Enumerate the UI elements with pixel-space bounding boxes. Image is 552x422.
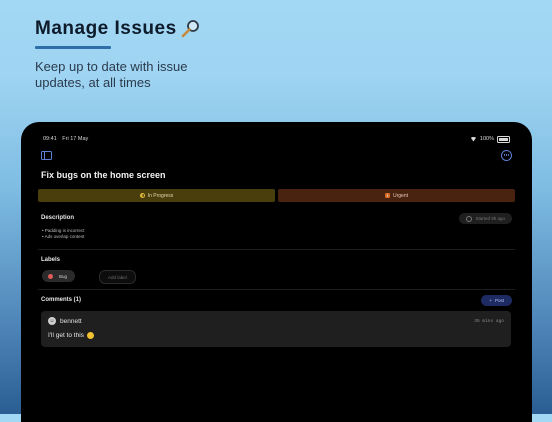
hero: Manage Issues Keep up to date with issue… (35, 18, 235, 91)
battery-percent: 100% (479, 136, 494, 142)
hero-title-row: Manage Issues (35, 18, 235, 40)
hero-subtitle: Keep up to date with issue updates, at a… (35, 59, 188, 90)
sidebar-toggle-icon[interactable] (41, 150, 52, 160)
status-bar: 09:41 Fri 17 May 100% (43, 134, 510, 144)
status-label: In Progress (147, 192, 174, 199)
comment-card: ☺ bennett 35 mins ago I'll get to this (41, 311, 511, 347)
bug-label-dot (48, 273, 53, 279)
status-bar-left: 09:41 Fri 17 May (43, 136, 92, 142)
in-progress-icon (139, 193, 145, 198)
wifi-icon (469, 136, 477, 142)
post-comment-button[interactable]: + Post (481, 295, 512, 306)
label-chip-text: Bug (59, 273, 68, 279)
comments-heading: Comments (1) (41, 297, 82, 303)
description-heading: Description (41, 215, 75, 221)
plus-icon: + (489, 298, 492, 303)
divider (38, 249, 515, 250)
hero-underline (35, 46, 111, 49)
smile-emoji-icon (86, 332, 94, 339)
label-chip-bug[interactable]: Bug (42, 270, 76, 282)
device-frame: 09:41 Fri 17 May 100% Fix bugs on the ho… (21, 122, 532, 422)
status-time: 09:41 (43, 136, 57, 142)
clock-icon (466, 215, 473, 222)
priority-label: Urgent (392, 192, 408, 199)
started-text: Started 9h ago (475, 216, 505, 221)
status-selector[interactable]: In Progress (38, 189, 275, 202)
avatar: ☺ (48, 317, 56, 325)
magnifying-glass-icon (181, 20, 199, 38)
battery-icon (497, 135, 510, 143)
description-line: • Ads overlap content (42, 234, 85, 239)
comment-body: I'll get to this (48, 332, 94, 339)
description-body[interactable]: • Padding is incorrect • Ads overlap con… (42, 228, 84, 240)
status-bar-right: 100% (469, 135, 510, 143)
more-options-icon[interactable] (501, 149, 512, 161)
urgent-priority-icon: ! (384, 193, 390, 198)
labels-heading: Labels (41, 257, 61, 263)
issue-meta-row: In Progress ! Urgent (38, 189, 515, 202)
issue-title: Fix bugs on the home screen (41, 170, 166, 180)
started-badge[interactable]: Started 9h ago (459, 213, 512, 224)
divider (38, 289, 515, 290)
priority-selector[interactable]: ! Urgent (278, 189, 515, 202)
toolbar (41, 149, 512, 161)
post-label: Post (494, 298, 504, 303)
hero-title: Manage Issues (35, 18, 177, 39)
comment-timestamp: 35 mins ago (474, 319, 504, 324)
add-label-button[interactable]: Add label (99, 270, 136, 284)
status-date: Fri 17 May (62, 136, 89, 142)
comment-author: bennett (60, 318, 82, 325)
comment-text: I'll get to this (48, 332, 84, 339)
